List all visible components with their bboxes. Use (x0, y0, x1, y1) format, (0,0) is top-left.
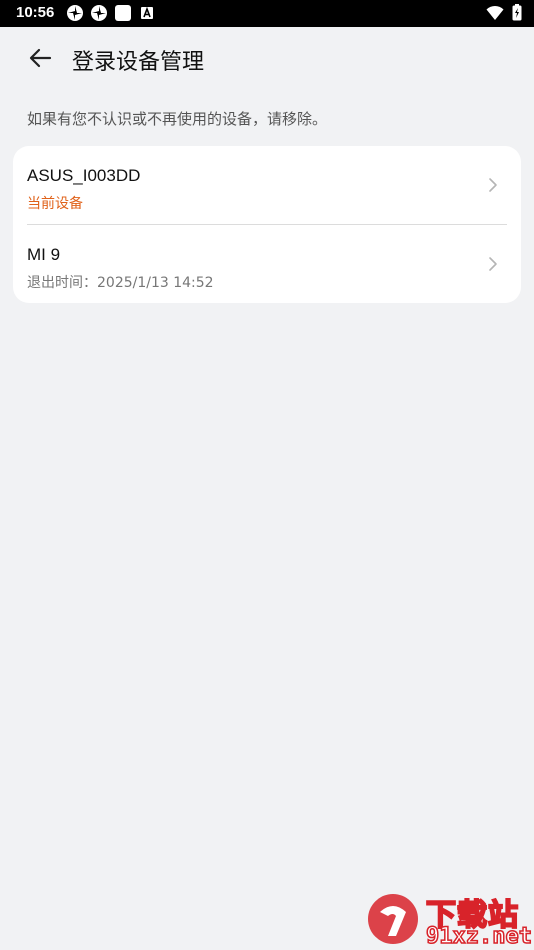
hint-text: 如果有您不认识或不再使用的设备，请移除。 (27, 110, 328, 128)
status-system-icons (486, 4, 522, 21)
status-bar: 10:56 (0, 0, 534, 27)
device-list-card: ASUS_I003DD 当前设备 MI 9 退出时间：2025/1/13 14:… (13, 146, 521, 303)
watermark-logo-icon (368, 894, 418, 944)
a-badge-icon (141, 6, 153, 19)
battery-charging-icon (512, 4, 522, 21)
square-icon (115, 5, 131, 21)
page-title: 登录设备管理 (72, 50, 205, 75)
chevron-right-icon (489, 178, 497, 192)
chevron-right-icon (489, 257, 497, 271)
device-name: MI 9 (27, 245, 61, 264)
device-name: ASUS_I003DD (27, 166, 141, 185)
device-logout-time: 退出时间：2025/1/13 14:52 (27, 275, 214, 291)
arrow-left-icon[interactable] (24, 42, 56, 74)
pinwheel-icon (91, 5, 107, 21)
watermark-url: 91xz.net (425, 923, 532, 950)
device-item-current[interactable]: ASUS_I003DD 当前设备 (13, 146, 521, 224)
watermark: 下载站 91xz.net (364, 890, 534, 950)
pinwheel-icon (67, 5, 83, 21)
device-status: 当前设备 (27, 196, 83, 212)
status-time: 10:56 (16, 4, 55, 21)
wifi-icon (486, 5, 504, 20)
device-item-mi9[interactable]: MI 9 退出时间：2025/1/13 14:52 (13, 225, 521, 303)
app-header: 登录设备管理 (0, 27, 534, 89)
status-notification-icons (66, 4, 156, 22)
